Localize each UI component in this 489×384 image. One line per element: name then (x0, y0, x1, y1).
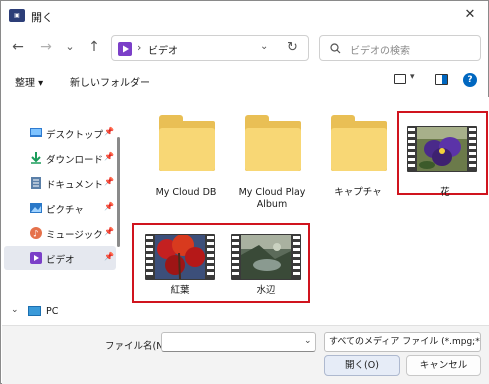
breadcrumb-current[interactable]: ビデオ (148, 42, 178, 57)
sidebar-item-pc[interactable]: PC (46, 306, 58, 317)
folder-item[interactable]: My Cloud Play Album (229, 105, 315, 210)
arrow-left-icon: ← (12, 39, 24, 55)
preview-pane-icon[interactable] (435, 74, 448, 85)
pin-icon: 📌 (104, 177, 114, 186)
pin-icon: 📌 (104, 152, 114, 161)
search-input[interactable]: ビデオの検索 (319, 35, 481, 61)
sidebar-item-pictures[interactable]: ピクチャ 📌 (4, 196, 116, 220)
title-bar: ▣ 開く ✕ (1, 1, 488, 31)
music-icon: ♪ (30, 227, 42, 239)
window-title: 開く (31, 11, 53, 24)
arrow-up-icon: ↑ (88, 39, 100, 55)
navigation-pane: デスクトップ 📌 ダウンロード 📌 ドキュメント 📌 ピクチャ 📌 ♪ ミュージ… (2, 97, 124, 325)
video-icon (30, 252, 42, 264)
cancel-button[interactable]: キャンセル (406, 355, 481, 376)
video-item[interactable]: 花 (402, 105, 488, 205)
pin-icon: 📌 (104, 202, 114, 211)
filename-field[interactable] (161, 332, 316, 352)
refresh-icon[interactable]: ↻ (287, 40, 298, 55)
close-button[interactable]: ✕ (456, 4, 484, 26)
address-bar[interactable]: › ビデオ ⌄ ↻ (111, 35, 309, 61)
sidebar-item-label: ピクチャ (46, 205, 84, 216)
flower-thumbnail (417, 127, 467, 171)
sidebar-scrollbar[interactable] (117, 137, 120, 247)
video-item[interactable]: 水辺 (223, 217, 309, 317)
pc-icon (28, 306, 41, 316)
app-icon: ▣ (9, 9, 25, 22)
sidebar-item-label: ドキュメント (46, 180, 104, 191)
chevron-down-icon[interactable]: ⌄ (260, 41, 268, 52)
file-type-value: すべてのメディア ファイル (*.mpg;*.m (329, 337, 481, 347)
close-icon: ✕ (464, 7, 476, 22)
video-thumbnail-icon (407, 126, 477, 172)
folder-item[interactable]: キャプチャ (315, 105, 401, 205)
sidebar-item-label: ミュージック (46, 230, 103, 241)
file-name: 花 (440, 187, 450, 198)
forward-button[interactable]: → (35, 36, 57, 58)
svg-text:♪: ♪ (33, 230, 39, 240)
desktop-icon (30, 128, 42, 137)
download-icon (31, 152, 41, 164)
pictures-icon (30, 203, 42, 213)
file-list: My Cloud DB My Cloud Play Album キャプチャ 花 … (125, 97, 489, 325)
organize-button[interactable]: 整理 ▾ (15, 74, 43, 89)
chevron-down-icon[interactable]: ⌄ (304, 336, 312, 346)
sidebar-item-label: ダウンロード (46, 155, 104, 166)
chevron-right-icon: › (137, 41, 142, 54)
pin-icon: 📌 (104, 252, 114, 261)
pin-icon: 📌 (104, 127, 114, 136)
sidebar-item-music[interactable]: ♪ ミュージック 📌 (4, 221, 116, 245)
waterside-thumbnail (241, 235, 291, 279)
video-thumbnail-icon (145, 234, 215, 280)
recent-locations-button[interactable]: ⌄ (59, 36, 81, 58)
document-icon (31, 177, 41, 189)
view-icon[interactable] (394, 74, 406, 84)
open-button[interactable]: 開く(O) (324, 355, 400, 376)
file-name: 紅葉 (170, 285, 190, 296)
help-icon[interactable]: ? (463, 73, 477, 87)
file-type-select[interactable]: すべてのメディア ファイル (*.mpg;*.m (324, 332, 481, 352)
sidebar-item-desktop[interactable]: デスクトップ 📌 (4, 121, 116, 145)
folder-item[interactable]: My Cloud DB (143, 105, 229, 205)
folder-icon (245, 115, 301, 175)
arrow-right-icon: → (40, 39, 52, 55)
video-thumbnail-icon (231, 234, 301, 280)
video-item[interactable]: 紅葉 (137, 217, 223, 317)
sidebar-item-label: デスクトップ (46, 130, 104, 141)
search-icon (330, 43, 341, 54)
video-folder-icon (118, 42, 132, 56)
open-file-dialog: ▣ 開く ✕ ← → ⌄ ↑ › ビデオ ⌄ ↻ ビデオの検索 整理 ▾ 新しい… (0, 0, 489, 384)
file-name: My Cloud Play Album (238, 187, 306, 210)
file-name: キャプチャ (334, 187, 382, 198)
view-dropdown-icon[interactable]: ▾ (410, 72, 415, 82)
autumn-leaves-thumbnail (155, 235, 205, 279)
file-name: 水辺 (256, 285, 276, 296)
sidebar-item-label: ビデオ (46, 255, 75, 266)
folder-icon (159, 115, 215, 175)
sidebar-item-documents[interactable]: ドキュメント 📌 (4, 171, 116, 195)
back-button[interactable]: ← (7, 36, 29, 58)
chevron-down-icon[interactable]: ⌄ (11, 305, 19, 315)
sidebar-item-downloads[interactable]: ダウンロード 📌 (4, 146, 116, 170)
file-name: My Cloud DB (155, 187, 217, 198)
up-button[interactable]: ↑ (83, 36, 105, 58)
search-placeholder: ビデオの検索 (350, 46, 410, 57)
folder-icon (331, 115, 387, 175)
chevron-down-icon: ⌄ (65, 40, 75, 53)
sidebar-item-videos[interactable]: ビデオ 📌 (4, 246, 116, 270)
pin-icon: 📌 (104, 227, 114, 236)
new-folder-button[interactable]: 新しいフォルダー (70, 74, 150, 89)
